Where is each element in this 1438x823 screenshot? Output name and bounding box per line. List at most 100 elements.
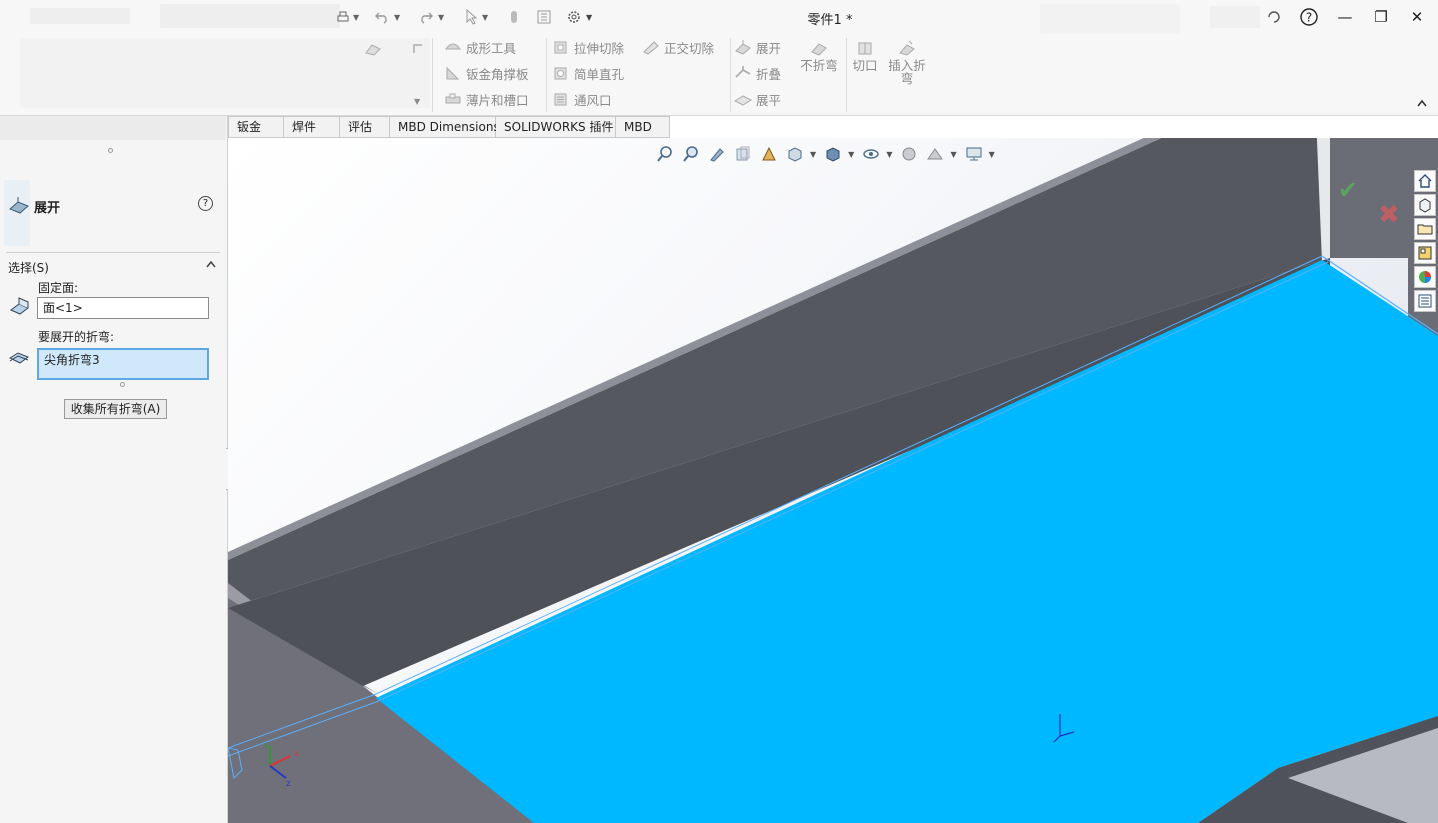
zoom-to-fit-icon[interactable] [654,145,676,163]
home-icon[interactable] [1414,170,1436,192]
insert-bends-button[interactable]: 插入折 弯 [882,40,932,85]
file-explorer-icon[interactable] [1414,218,1436,240]
select-icon[interactable]: ▼ [464,8,488,26]
heads-up-view-toolbar: ▼ ▼ ▼ ▼ ▼ [654,144,1001,164]
tab-weldments[interactable]: 焊件 [284,116,340,138]
graphics-viewport[interactable]: Y X Z ▼ ▼ ▼ ▼ ▼ ✔ ✖ [228,138,1438,823]
redo-icon[interactable]: ▼ [418,8,444,26]
chevron-down-icon[interactable]: ▼ [989,150,995,159]
rip-label: 切口 [852,58,878,73]
flatten-button[interactable]: 展平 [734,88,781,110]
solidworks-window: ▼ ▼ ▼ ▼ ▼ 零件1 * ? — ❐ ✕ ▼ 成形工具 钣金角撑板 薄片和… [0,0,1438,823]
extruded-cut-button[interactable]: 拉伸切除 [552,36,624,58]
tab-evaluate[interactable]: 评估 [340,116,390,138]
collect-all-bends-button[interactable]: 收集所有折弯(A) [64,399,167,419]
unfold-label: 展开 [756,40,782,56]
ribbon-separator [730,38,731,112]
view-settings-icon[interactable] [963,145,985,163]
task-pane-tabs [1412,168,1438,313]
simple-hole-icon [554,67,567,80]
simple-hole-button[interactable]: 简单直孔 [552,62,624,84]
command-manager-ribbon: ▼ 成形工具 钣金角撑板 薄片和槽口 拉伸切除 简单直孔 通风口 正交切除 展开… [0,34,1438,116]
unfold-feature-icon [8,196,30,217]
section-view-icon[interactable] [732,145,754,163]
tab-solidworks-addins[interactable]: SOLIDWORKS 插件 [496,116,616,138]
fixed-face-icon [8,296,30,319]
extruded-cut-label: 拉伸切除 [574,40,625,56]
gusset-button[interactable]: 钣金角撑板 [444,62,529,84]
ribbon-collapse-button[interactable] [1416,92,1428,114]
tab-and-slot-icon [445,93,461,104]
chevron-down-icon[interactable]: ▼ [886,150,892,159]
print-icon[interactable]: ▼ [336,8,359,26]
normal-cut-button[interactable]: 正交切除 [642,36,714,58]
appearances-icon[interactable] [1414,266,1436,288]
gusset-icon [446,66,460,80]
rebuild-icon[interactable] [508,8,520,26]
view-orientation-icon[interactable] [784,145,806,163]
extruded-cut-icon [554,41,567,54]
chevron-down-icon[interactable]: ▼ [950,150,956,159]
blurred-tabs-strip [0,116,226,140]
blurred-menu [30,8,130,24]
restore-button[interactable]: ❐ [1369,6,1393,28]
no-bends-button[interactable]: 不折弯 [794,40,844,72]
apply-scene-icon[interactable] [924,145,946,163]
zoom-to-area-icon[interactable] [680,145,702,163]
list-resize-grip[interactable] [120,382,125,387]
dynamic-annotation-icon[interactable] [758,145,780,163]
tab-mbd-dimensions[interactable]: MBD Dimensions [390,116,500,138]
flatten-icon [734,95,752,106]
ribbon-hidden-icon-1[interactable] [364,38,386,60]
bends-icon [8,350,30,369]
help-icon[interactable]: ? [1297,6,1321,28]
help-icon[interactable]: ? [198,196,213,211]
forming-tool-label: 成形工具 [466,40,517,56]
edit-appearance-icon[interactable] [898,145,920,163]
design-library-icon[interactable] [1414,194,1436,216]
vent-button[interactable]: 通风口 [552,88,612,110]
unfold-button[interactable]: 展开 [734,36,781,58]
ribbon-separator [546,38,547,112]
tab-and-slot-button[interactable]: 薄片和槽口 [444,88,529,110]
tab-mbd[interactable]: MBD [616,116,670,138]
custom-properties-icon[interactable] [1414,290,1436,312]
unfold-icon [735,40,751,55]
tab-sheet-metal[interactable]: 钣金 [228,116,284,138]
forming-tool-button[interactable]: 成形工具 [444,36,516,58]
sheet-metal-model[interactable]: Y X Z [228,138,1438,823]
forming-tool-icon [445,43,461,50]
chevron-down-icon[interactable]: ▼ [848,150,854,159]
search-commands-icon[interactable] [1262,6,1286,28]
file-properties-icon[interactable] [536,8,552,26]
display-style-icon[interactable] [822,145,844,163]
minimize-button[interactable]: — [1333,6,1357,28]
close-button[interactable]: ✕ [1405,6,1429,28]
no-bends-icon [811,43,827,56]
divider [6,252,220,253]
hide-show-items-icon[interactable] [860,145,882,163]
ribbon-hidden-icon-2[interactable] [410,38,432,60]
fixed-face-field[interactable]: 面<1> [37,297,209,319]
bends-to-unfold-label: 要展开的折弯: [38,330,115,344]
checkmark-icon[interactable]: ✔ [1338,176,1358,204]
cross-icon[interactable]: ✖ [1378,200,1400,230]
bends-to-unfold-list[interactable]: 尖角折弯3 [37,348,209,380]
ribbon-more-dropdown[interactable]: ▼ [414,90,420,112]
chevron-up-icon [1417,99,1427,107]
selections-section-title[interactable]: 选择(S) [8,259,49,276]
document-title: 零件1 * [807,13,853,28]
options-gear-icon[interactable]: ▼ [566,8,592,26]
chevron-down-icon[interactable]: ▼ [810,150,816,159]
view-palette-icon[interactable] [1414,242,1436,264]
previous-view-icon[interactable] [706,145,728,163]
command-manager-tabs: 钣金 焊件 评估 MBD Dimensions SOLIDWORKS 插件 MB… [228,116,670,138]
fold-button[interactable]: 折叠 [734,62,781,84]
undo-icon[interactable]: ▼ [374,8,400,26]
no-bends-label: 不折弯 [800,58,838,73]
property-manager-panel: 展开 ? 选择(S) 固定面: 面<1> 要展开的折弯: 尖角折弯3 收集所有折… [0,116,228,823]
property-manager-title: 展开 [34,201,61,216]
tab-and-slot-label: 薄片和槽口 [466,92,529,108]
panel-splitter-grip[interactable] [108,148,113,153]
chevron-up-icon[interactable] [205,259,217,272]
